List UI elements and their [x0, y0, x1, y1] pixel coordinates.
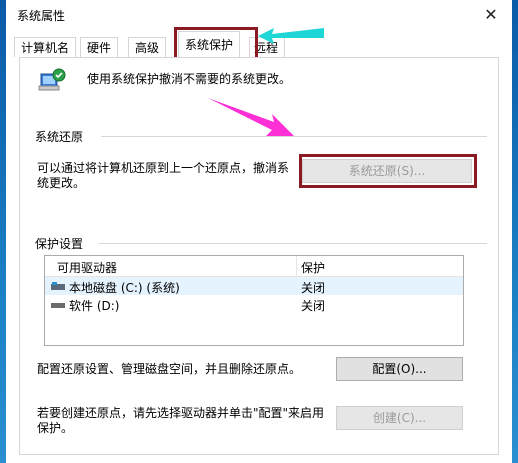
drive-icon — [51, 303, 65, 308]
system-properties-window: 系统属性 ✕ 计算机名 硬件 高级 系统保护 远程 使用系统保护撤消不需要的系统… — [6, 0, 512, 463]
intro-text: 使用系统保护撤消不需要的系统更改。 — [87, 72, 292, 86]
system-restore-group-label: 系统还原 — [35, 128, 88, 145]
drive-list[interactable]: 可用驱动器 保护 本地磁盘 (C:) (系统) 关闭 软件 (D:) 关闭 — [44, 255, 464, 346]
tab-label: 高级 — [135, 41, 160, 55]
window-title: 系统属性 — [17, 9, 66, 23]
tab-hardware[interactable]: 硬件 — [80, 37, 119, 57]
tab-label: 计算机名 — [21, 41, 70, 55]
protection-settings-group-label: 保护设置 — [35, 235, 88, 252]
configure-button[interactable]: 配置(O)... — [336, 357, 463, 381]
drive-name: 本地磁盘 (C:) (系统) — [69, 281, 180, 295]
group-divider — [99, 243, 487, 244]
button-label: 配置(O)... — [372, 362, 427, 376]
column-separator[interactable] — [296, 256, 297, 276]
button-label: 创建(C)... — [372, 411, 427, 425]
tab-computer-name[interactable]: 计算机名 — [14, 37, 77, 57]
cyan-arrow-icon — [258, 28, 324, 44]
computer-shield-icon — [38, 68, 66, 91]
drive-protection-status: 关闭 — [301, 299, 326, 313]
create-description: 若要创建还原点，请先选择驱动器并单击"配置"来启用保护。 — [37, 406, 325, 435]
magenta-arrow-icon — [208, 98, 294, 136]
configure-description: 配置还原设置、管理磁盘空间，并且删除还原点。 — [37, 362, 302, 376]
tab-advanced[interactable]: 高级 — [128, 37, 167, 57]
desktop-background-right — [512, 0, 518, 463]
tab-label: 硬件 — [87, 41, 112, 55]
create-button[interactable]: 创建(C)... — [336, 406, 463, 430]
tab-highlight-box — [174, 27, 258, 60]
table-row[interactable]: 本地磁盘 (C:) (系统) 关闭 — [45, 277, 463, 295]
column-header-drive[interactable]: 可用驱动器 — [57, 259, 117, 276]
restore-description: 可以通过将计算机还原到上一个还原点，撤消系统更改。 — [37, 161, 290, 190]
list-header: 可用驱动器 保护 — [45, 256, 463, 277]
close-button[interactable]: ✕ — [476, 2, 506, 28]
system-drive-icon — [51, 282, 65, 290]
close-icon: ✕ — [484, 5, 498, 24]
restore-button-highlight-box — [299, 154, 477, 188]
table-row[interactable]: 软件 (D:) 关闭 — [45, 295, 463, 313]
column-header-protection[interactable]: 保护 — [301, 259, 325, 276]
drive-name: 软件 (D:) — [69, 299, 120, 313]
drive-protection-status: 关闭 — [301, 281, 326, 295]
